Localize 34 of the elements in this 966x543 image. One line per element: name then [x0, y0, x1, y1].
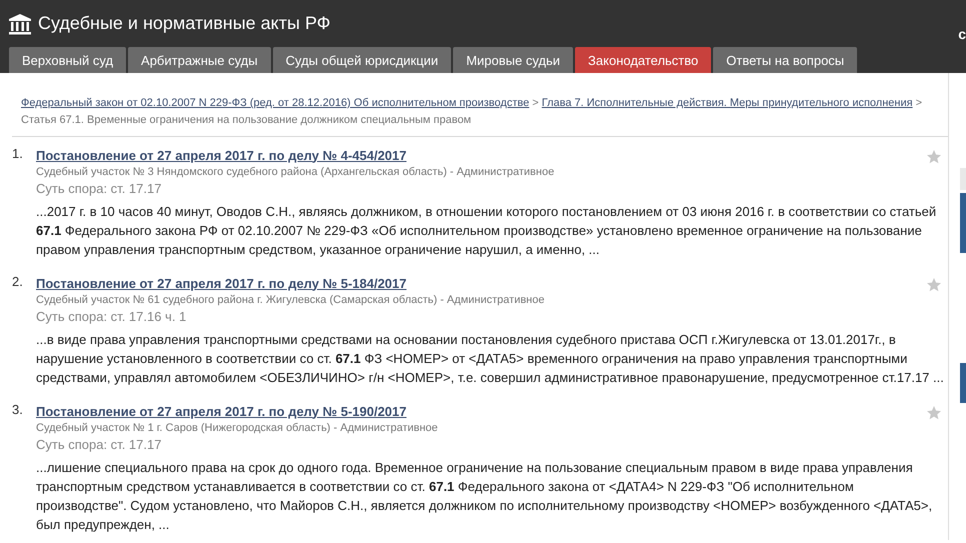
dispute-subject: Суть спора: ст. 17.17	[36, 436, 162, 454]
star-icon[interactable]	[926, 405, 942, 421]
breadcrumb-link[interactable]: Федеральный закон от 02.10.2007 N 229-ФЗ (ред. от 28.12.2016) Об исполнительном производстве	[21, 97, 530, 109]
header-text: с	[958, 26, 966, 42]
result-snippet: ...лишение специального права на срок до одного года. Временное ограничение на пользование специальным правом в виде права управления транспортным средством устанавливается в соответствии со ст. 67.1 Федерального закона от <ДАТА4> N 229-ФЗ "Об исполнительном производстве". Судом установлено, что Майоров С.Н., является должником по исполнительному производству <НОМЕР> возбужденного <ДАТА5>, был предупрежден, ...	[36, 459, 934, 534]
result-snippet: ...в виде права управления транспортными средствами на основании постановления судебного пристава ОСП г.Жигулевска от 13.01.2017г., в нарушение установленного в соответствии со ст. 67.1 ФЗ <НОМЕР> от <ДАТА5> временного ограничения на право управления транспортными средствами, управлял автомобилем <ОБЕЗЛИЧИНО> г/н <НОМЕР>, т.е. совершил административное правонарушение, предусмотренное ст.17.17 ...	[36, 331, 945, 387]
site-title[interactable]: Судебные и нормативные акты РФ	[38, 13, 330, 34]
result-number: 1.	[12, 145, 24, 163]
result-title-link[interactable]: Постановление от 27 апреля 2017 г. по делу № 4-454/2017	[36, 148, 406, 162]
result-title-link[interactable]: Постановление от 27 апреля 2017 г. по делу № 5-190/2017	[36, 404, 406, 418]
nav-tab[interactable]: Арбитражные суды	[128, 47, 271, 73]
breadcrumb-separator: >	[532, 97, 539, 109]
court-info: Судебный участок № 3 Няндомского судебного района (Архангельская область) - Административное	[36, 165, 556, 180]
breadcrumb-current: Статья 67.1. Временные ограничения на пользование должником специальным правом	[21, 114, 472, 126]
star-icon[interactable]	[926, 277, 942, 293]
nav-tab[interactable]: Законодательство	[575, 47, 712, 73]
court-info: Судебный участок № 1 г. Саров (Нижегородская область) - Административное	[36, 421, 439, 436]
dispute-subject: Суть спора: ст. 17.17	[36, 180, 162, 198]
side-tab[interactable]	[960, 363, 966, 403]
courthouse-icon	[8, 12, 32, 34]
nav-tab[interactable]: Суды общей юрисдикции	[272, 47, 452, 73]
result-title-link[interactable]: Постановление от 27 апреля 2017 г. по делу № 5-184/2017	[36, 276, 406, 290]
nav-tab[interactable]: Ответы на вопросы	[713, 47, 858, 73]
result-snippet: ...2017 г. в 10 часов 40 минут, Оводов С.Н., являясь должником, в отношении которого постановлением от 03 июня 2016 г. в соответствии со статьей 67.1 Федерального закона РФ от 02.10.2007 № 229-ФЗ «Об исполнительном производстве» установлено временное ограничение на пользование правом управления транспортным средством, указанное ограничение нарушил, а именно, ...	[36, 203, 938, 259]
side-tab[interactable]	[960, 193, 966, 253]
star-icon[interactable]	[926, 149, 942, 165]
court-info: Судебный участок № 61 судебного района г. Жигулевска (Самарская область) - Административное	[36, 293, 546, 308]
breadcrumb-link[interactable]: Глава 7. Исполнительные действия. Меры принудительного исполнения	[542, 97, 913, 109]
nav-tab[interactable]: Мировые судьи	[453, 47, 574, 73]
result-number: 2.	[12, 273, 24, 291]
nav-tab[interactable]: Верховный суд	[9, 47, 126, 73]
dispute-subject: Суть спора: ст. 17.16 ч. 1	[36, 308, 188, 326]
result-number: 3.	[12, 401, 24, 419]
breadcrumb-separator: >	[916, 97, 922, 109]
